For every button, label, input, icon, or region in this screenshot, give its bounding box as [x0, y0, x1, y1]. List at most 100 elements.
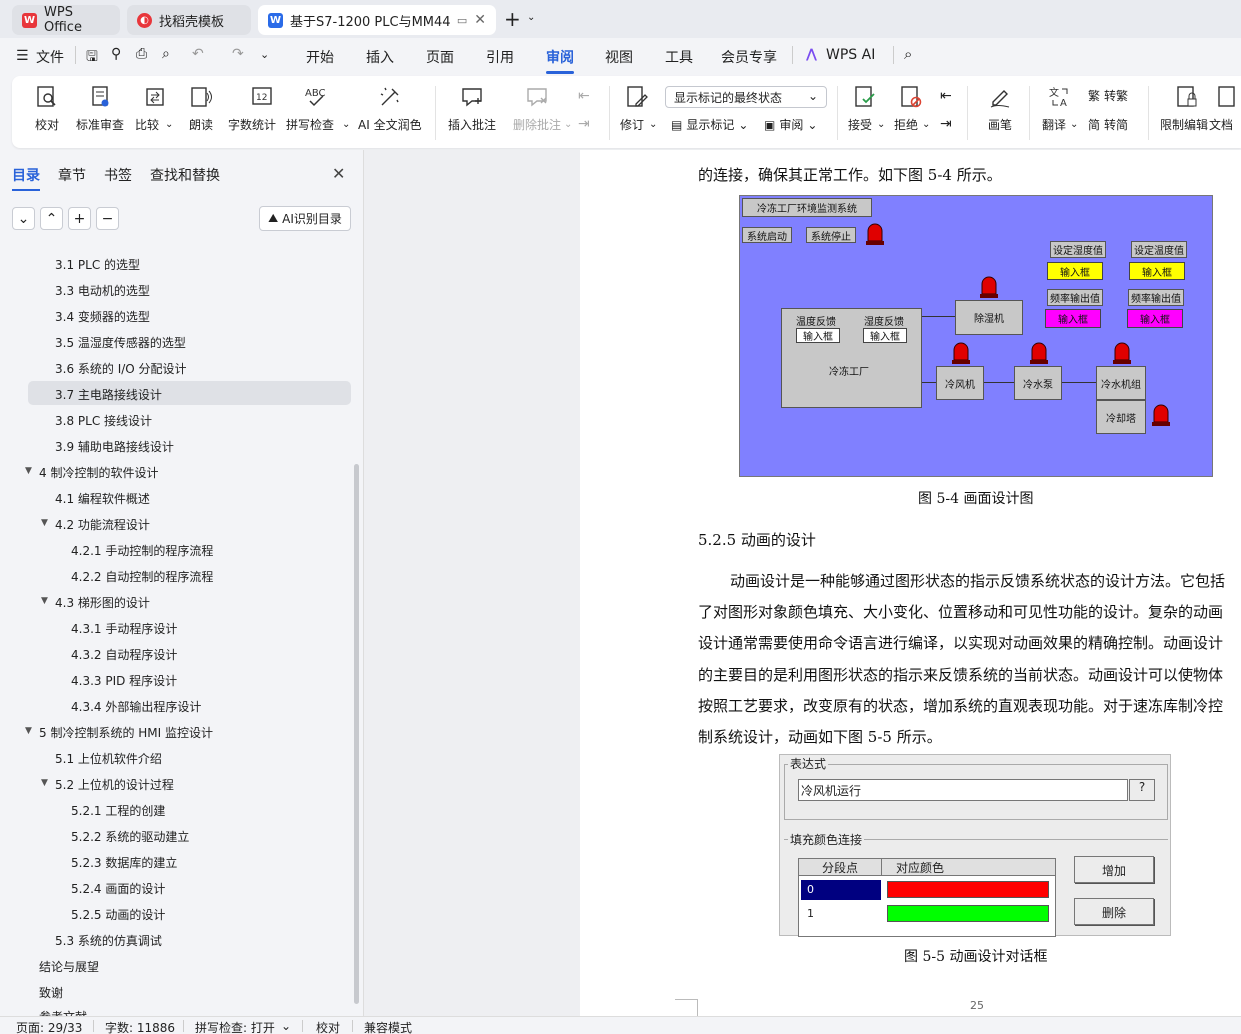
toc-item[interactable]: 5.2.2 系统的驱动建立 [71, 828, 189, 845]
spell-check-status[interactable]: 拼写检查: 打开 [195, 1019, 275, 1034]
toc-item[interactable]: 5.2 上位机的设计过程 [55, 776, 174, 793]
toc-item[interactable]: 致谢 [39, 984, 63, 1001]
collapse-up-button[interactable]: ⌃ [40, 207, 63, 230]
close-pane-icon[interactable]: ✕ [332, 164, 345, 183]
menu-view[interactable]: 视图 [605, 47, 633, 67]
toc-item[interactable]: 5.3 系统的仿真调试 [55, 932, 162, 949]
toc-item-selected[interactable]: 3.7 主电路接线设计 [55, 386, 162, 403]
print-icon[interactable]: ⎙ [136, 46, 147, 62]
expand-triangle-icon[interactable]: ▼ [41, 778, 48, 788]
toc-item[interactable]: 4 制冷控制的软件设计 [39, 464, 158, 481]
close-tab-icon[interactable]: ✕ [474, 12, 486, 28]
toc-item[interactable]: 4.3 梯形图的设计 [55, 594, 150, 611]
to-traditional-button[interactable]: 繁转繁 [1088, 87, 1128, 104]
toc-item[interactable]: 4.1 编程软件概述 [55, 490, 150, 507]
insert-comment-button[interactable]: 插入批注 [448, 76, 496, 148]
ai-polish-button[interactable]: AI 全文润色 [358, 76, 422, 148]
expand-triangle-icon[interactable]: ▼ [25, 466, 32, 476]
expand-triangle-icon[interactable]: ▼ [41, 518, 48, 528]
menu-home[interactable]: 开始 [306, 47, 334, 67]
restrict-editing-button[interactable]: 限制编辑 [1160, 76, 1208, 148]
reject-button[interactable]: 拒绝 [894, 76, 924, 148]
expand-triangle-icon[interactable]: ▼ [41, 596, 48, 606]
chevron-down-icon[interactable]: ⌄ [281, 1019, 291, 1033]
toc-item[interactable]: 4.3.1 手动程序设计 [71, 620, 177, 637]
toc-item[interactable]: 参考文献 [39, 1008, 87, 1016]
menu-wps-ai[interactable]: WPS AI [826, 47, 875, 63]
to-simplified-button[interactable]: 简转简 [1088, 116, 1128, 133]
toc-item[interactable]: 5.2.4 画面的设计 [71, 880, 165, 897]
toc-item[interactable]: 结论与展望 [39, 958, 99, 975]
track-changes-button[interactable]: 修订 [620, 76, 650, 148]
delete-comment-button[interactable]: 删除批注 [513, 76, 561, 148]
search-icon[interactable]: ⌕ [904, 45, 912, 63]
tab-toc[interactable]: 目录 [12, 165, 40, 191]
tab-document[interactable]: W 基于S7-1200 PLC与MM440 ▭ ✕ [258, 5, 496, 35]
menu-insert[interactable]: 插入 [366, 47, 394, 67]
toc-item[interactable]: 4.3.2 自动程序设计 [71, 646, 177, 663]
prev-comment-icon[interactable]: ⇤ [578, 88, 590, 104]
share-icon[interactable]: ⚲ [111, 46, 121, 62]
review-pane-button[interactable]: ▣ 审阅 ⌄ [764, 116, 817, 133]
toc-item[interactable]: 5 制冷控制系统的 HMI 监控设计 [39, 724, 213, 741]
toc-item[interactable]: 5.1 上位机软件介绍 [55, 750, 162, 767]
toc-item[interactable]: 5.2.5 动画的设计 [71, 906, 165, 923]
new-tab-icon[interactable]: + [504, 7, 521, 31]
tab-find-replace[interactable]: 查找和替换 [150, 165, 220, 185]
translate-button[interactable]: 文A 翻译 [1042, 76, 1073, 148]
toc-item[interactable]: 3.1 PLC 的选型 [55, 256, 140, 273]
more-chevron-icon[interactable]: ⌄ [260, 48, 269, 61]
menu-references[interactable]: 引用 [486, 47, 514, 67]
page-indicator[interactable]: 页面: 29/33 [16, 1019, 82, 1034]
next-change-icon[interactable]: ⇥ [940, 116, 952, 132]
toc-item[interactable]: 3.4 变频器的选型 [55, 308, 150, 325]
toc-item[interactable]: 4.2.2 自动控制的程序流程 [71, 568, 213, 585]
spell-check-button[interactable]: ABC 拼写检查 [286, 76, 334, 148]
document-button[interactable]: 文档 [1209, 76, 1241, 148]
toc-item[interactable]: 3.8 PLC 接线设计 [55, 412, 152, 429]
print-preview-icon[interactable]: ⌕ [162, 46, 170, 62]
tab-list-chevron-icon[interactable]: ⌄ [527, 12, 535, 23]
expand-triangle-icon[interactable]: ▼ [25, 726, 32, 736]
toc-item[interactable]: 4.3.3 PID 程序设计 [71, 672, 177, 689]
menu-member[interactable]: 会员专享 [721, 47, 777, 67]
redo-icon[interactable]: ↷ [232, 46, 244, 62]
read-aloud-button[interactable]: 朗读 [188, 76, 214, 148]
remove-heading-button[interactable]: − [96, 207, 119, 230]
tab-bookmarks[interactable]: 书签 [104, 165, 132, 185]
tab-template[interactable]: ◐ 找稻壳模板 [127, 5, 251, 35]
hamburger-icon[interactable]: ☰ [16, 48, 29, 64]
toc-item[interactable]: 4.2.1 手动控制的程序流程 [71, 542, 213, 559]
collapse-down-button[interactable]: ⌄ [12, 207, 35, 230]
undo-icon[interactable]: ↶ [192, 46, 204, 62]
save-icon[interactable]: 🖫 [86, 46, 98, 70]
monitor-icon[interactable]: ▭ [457, 14, 467, 27]
toc-item[interactable]: 3.3 电动机的选型 [55, 282, 150, 299]
tab-wps-office[interactable]: W WPS Office [12, 5, 120, 35]
toc-item[interactable]: 4.2 功能流程设计 [55, 516, 150, 533]
show-markup-button[interactable]: ▤ 显示标记 ⌄ [671, 116, 748, 133]
ai-toc-button[interactable]: ⛰ AI识别目录 [259, 206, 351, 231]
compare-button[interactable]: 比较 [135, 76, 168, 148]
accept-button[interactable]: 接受 [848, 76, 878, 148]
toc-item[interactable]: 4.3.4 外部输出程序设计 [71, 698, 201, 715]
markup-mode-select[interactable]: 显示标记的最终状态 ⌄ [665, 86, 827, 108]
standard-review-button[interactable]: 标准审查 [76, 76, 124, 148]
menu-tools[interactable]: 工具 [665, 47, 693, 67]
menu-file[interactable]: 文件 [36, 47, 64, 67]
word-count[interactable]: 字数: 11886 [105, 1019, 175, 1034]
toc-item[interactable]: 3.9 辅助电路接线设计 [55, 438, 174, 455]
proofread-button[interactable]: 校对 [32, 76, 62, 148]
next-comment-icon[interactable]: ⇥ [578, 116, 590, 132]
toc-item[interactable]: 3.6 系统的 I/O 分配设计 [55, 360, 187, 377]
proofread-status[interactable]: 校对 [316, 1019, 340, 1034]
menu-page[interactable]: 页面 [426, 47, 454, 67]
prev-change-icon[interactable]: ⇤ [940, 88, 952, 104]
word-count-button[interactable]: 12 字数统计 [228, 76, 276, 148]
menu-review[interactable]: 审阅 [546, 47, 574, 74]
pen-button[interactable]: 画笔 [987, 76, 1013, 148]
toc-scrollbar[interactable] [354, 464, 359, 1004]
toc-item[interactable]: 5.2.3 数据库的建立 [71, 854, 177, 871]
tab-chapters[interactable]: 章节 [58, 165, 86, 185]
toc-item[interactable]: 5.2.1 工程的创建 [71, 802, 165, 819]
